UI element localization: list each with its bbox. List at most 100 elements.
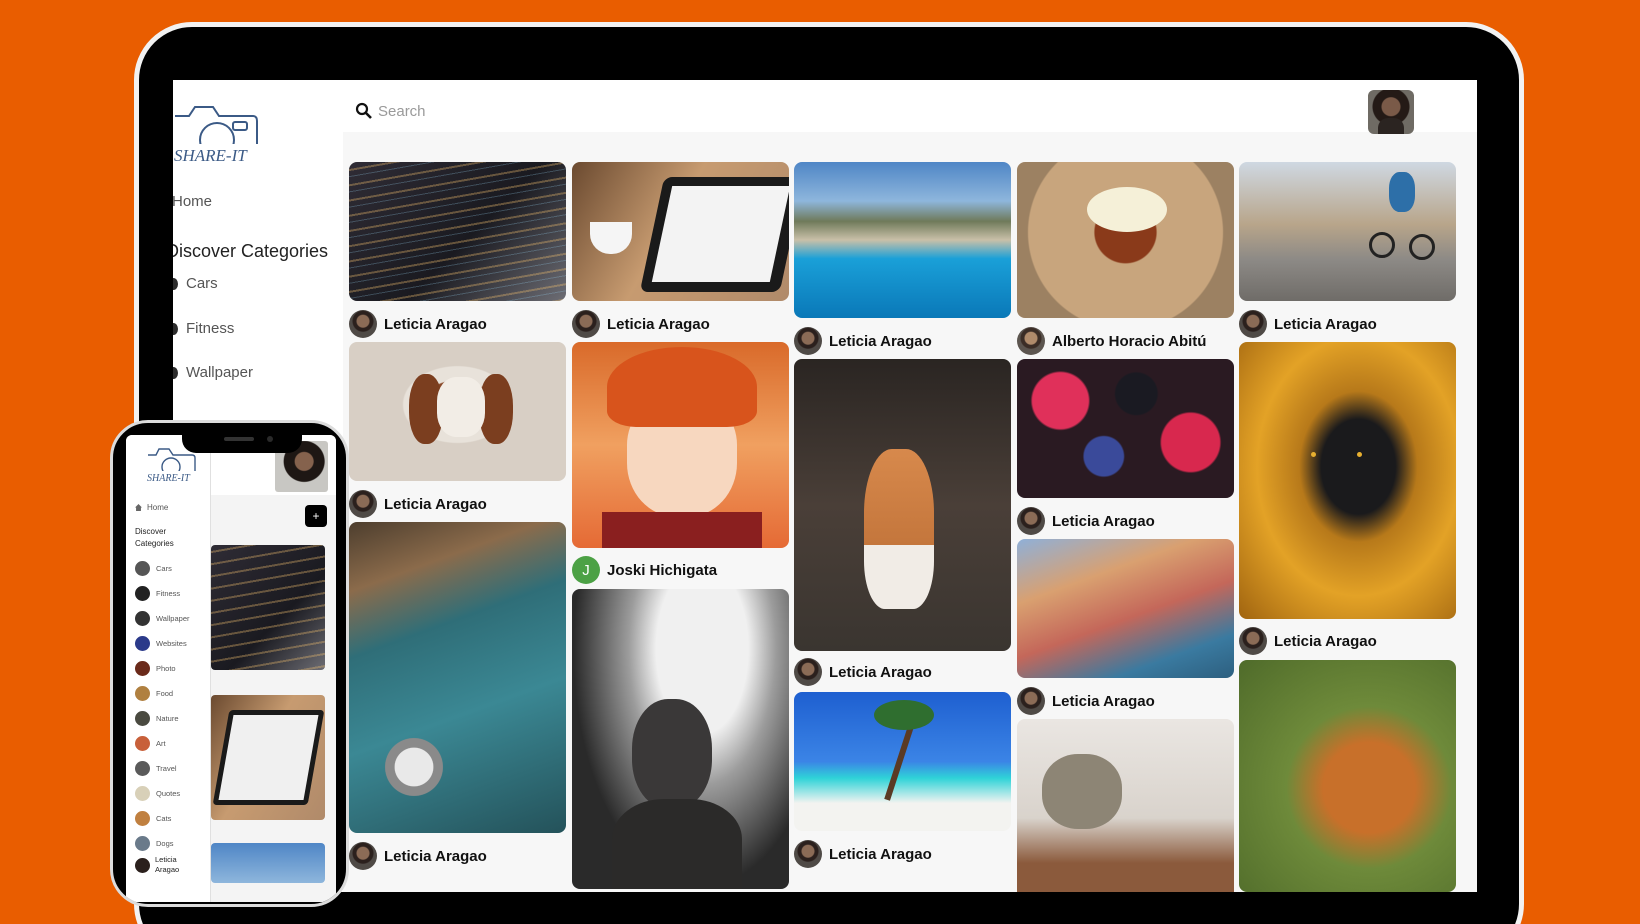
author-name: Leticia Aragao (1274, 315, 1377, 333)
pin-image-car[interactable] (349, 522, 566, 833)
phone-category-wallpaper[interactable]: Wallpaper (135, 611, 190, 626)
pin-image-food[interactable] (1017, 162, 1234, 318)
pin-author[interactable]: J Joski Hichigata (572, 556, 717, 584)
user-avatar[interactable] (1368, 90, 1414, 134)
author-avatar (1239, 310, 1267, 338)
phone-screen: SHARE-IT Home Discover Categories Cars F… (126, 435, 336, 902)
home-icon (135, 504, 142, 511)
phone-category-fitness[interactable]: Fitness (135, 586, 180, 601)
pin-author[interactable]: Leticia Aragao (349, 490, 487, 518)
category-label: Food (156, 689, 174, 698)
phone-category-travel[interactable]: Travel (135, 761, 177, 776)
phone-category-cars[interactable]: Cars (135, 561, 172, 576)
pin-author[interactable]: Leticia Aragao (794, 840, 932, 868)
camera-icon: SHARE-IT (173, 106, 263, 165)
category-label: Cars (186, 275, 218, 292)
share-it-logo[interactable]: SHARE-IT (173, 102, 263, 166)
category-label: Wallpaper (156, 614, 190, 623)
category-thumbnail (135, 711, 150, 726)
pin-image-tabby-cat[interactable] (1017, 719, 1234, 892)
author-name: Leticia Aragao (1052, 692, 1155, 710)
pin-image-smoke-portrait[interactable] (572, 589, 789, 889)
phone-category-art[interactable]: Art (135, 736, 166, 751)
phone-user-name: Leticia Aragao (155, 855, 180, 874)
author-avatar (1017, 327, 1045, 355)
author-avatar (794, 327, 822, 355)
category-thumbnail (135, 636, 150, 651)
phone-category-quotes[interactable]: Quotes (135, 786, 180, 801)
pin-author[interactable]: Leticia Aragao (1239, 627, 1377, 655)
category-label: Fitness (156, 589, 181, 598)
category-label: Art (156, 739, 166, 748)
phone-nav-home[interactable]: Home (135, 503, 168, 512)
category-thumbnail (135, 661, 150, 676)
pin-image-cyclist[interactable] (1239, 162, 1456, 301)
pin-author[interactable]: Leticia Aragao (572, 310, 710, 338)
category-thumbnail (135, 561, 150, 576)
phone-category-dogs[interactable]: Dogs (135, 836, 174, 851)
category-label: Travel (156, 764, 177, 773)
pin-image-code[interactable] (349, 162, 566, 301)
pin-author[interactable]: Alberto Horacio Abitú (1017, 327, 1206, 355)
pin-author[interactable]: Leticia Aragao (794, 327, 932, 355)
phone-pin-tablet[interactable] (211, 695, 325, 820)
pin-image-berries[interactable] (1017, 359, 1234, 498)
author-name: Leticia Aragao (829, 663, 932, 681)
pin-image-wolf[interactable] (1239, 342, 1456, 619)
author-name: Leticia Aragao (829, 332, 932, 350)
category-label: Websites (156, 639, 187, 648)
pin-author[interactable]: Leticia Aragao (349, 842, 487, 870)
phone-category-cats[interactable]: Cats (135, 811, 171, 826)
phone-feed: + (211, 435, 336, 902)
author-avatar (1239, 627, 1267, 655)
category-thumbnail (135, 811, 150, 826)
author-avatar (1017, 687, 1045, 715)
author-initial-avatar: J (572, 556, 600, 584)
nav-home[interactable]: Home (173, 193, 212, 210)
phone-home-label: Home (147, 503, 169, 512)
author-avatar (794, 658, 822, 686)
pin-image-beach-cliff[interactable] (794, 162, 1011, 318)
pin-image-palm-beach[interactable] (794, 692, 1011, 831)
author-avatar (794, 840, 822, 868)
pin-author[interactable]: Leticia Aragao (1017, 687, 1155, 715)
promo-stage: SHARE-IT Home Discover Categories Cars F… (0, 0, 1640, 924)
pin-image-anime[interactable] (572, 342, 789, 548)
pin-image-tablet[interactable] (572, 162, 789, 301)
pin-author[interactable]: Leticia Aragao (349, 310, 487, 338)
laptop-screen: SHARE-IT Home Discover Categories Cars F… (173, 80, 1477, 892)
pin-image-cat[interactable] (794, 359, 1011, 651)
pin-author[interactable]: Leticia Aragao (1017, 507, 1155, 535)
phone-category-websites[interactable]: Websites (135, 636, 187, 651)
search-input[interactable] (378, 98, 1328, 124)
category-label: Photo (156, 664, 176, 673)
category-label: Cats (156, 814, 172, 823)
phone-pin-sky[interactable] (211, 843, 325, 883)
author-name: Leticia Aragao (384, 315, 487, 333)
category-thumbnail (135, 761, 150, 776)
pin-image-cinque-terre[interactable] (1017, 539, 1234, 678)
category-thumbnail (135, 686, 150, 701)
main-feed: Leticia Aragao Leticia Aragao (343, 80, 1477, 892)
phone-pin-code[interactable] (211, 545, 325, 670)
category-label: Quotes (156, 789, 181, 798)
pin-image-dog[interactable] (349, 342, 566, 481)
category-label: Cars (156, 564, 172, 573)
pin-author[interactable]: Leticia Aragao (794, 658, 932, 686)
category-thumbnail (173, 323, 178, 335)
pin-image-orange-cat[interactable] (1239, 660, 1456, 892)
phone-category-food[interactable]: Food (135, 686, 173, 701)
phone-category-nature[interactable]: Nature (135, 711, 179, 726)
phone-category-photo[interactable]: Photo (135, 661, 176, 676)
phone-frame: SHARE-IT Home Discover Categories Cars F… (110, 420, 349, 907)
author-name: Leticia Aragao (1052, 512, 1155, 530)
author-name: Leticia Aragao (1274, 632, 1377, 650)
author-avatar (1017, 507, 1045, 535)
phone-user[interactable]: Leticia Aragao (135, 855, 187, 875)
category-thumbnail (173, 278, 178, 290)
discover-categories-heading: Discover Categories (173, 241, 329, 261)
pin-author[interactable]: Leticia Aragao (1239, 310, 1377, 338)
category-thumbnail (135, 736, 150, 751)
add-pin-button[interactable]: + (305, 505, 327, 527)
svg-text:SHARE-IT: SHARE-IT (147, 473, 191, 483)
